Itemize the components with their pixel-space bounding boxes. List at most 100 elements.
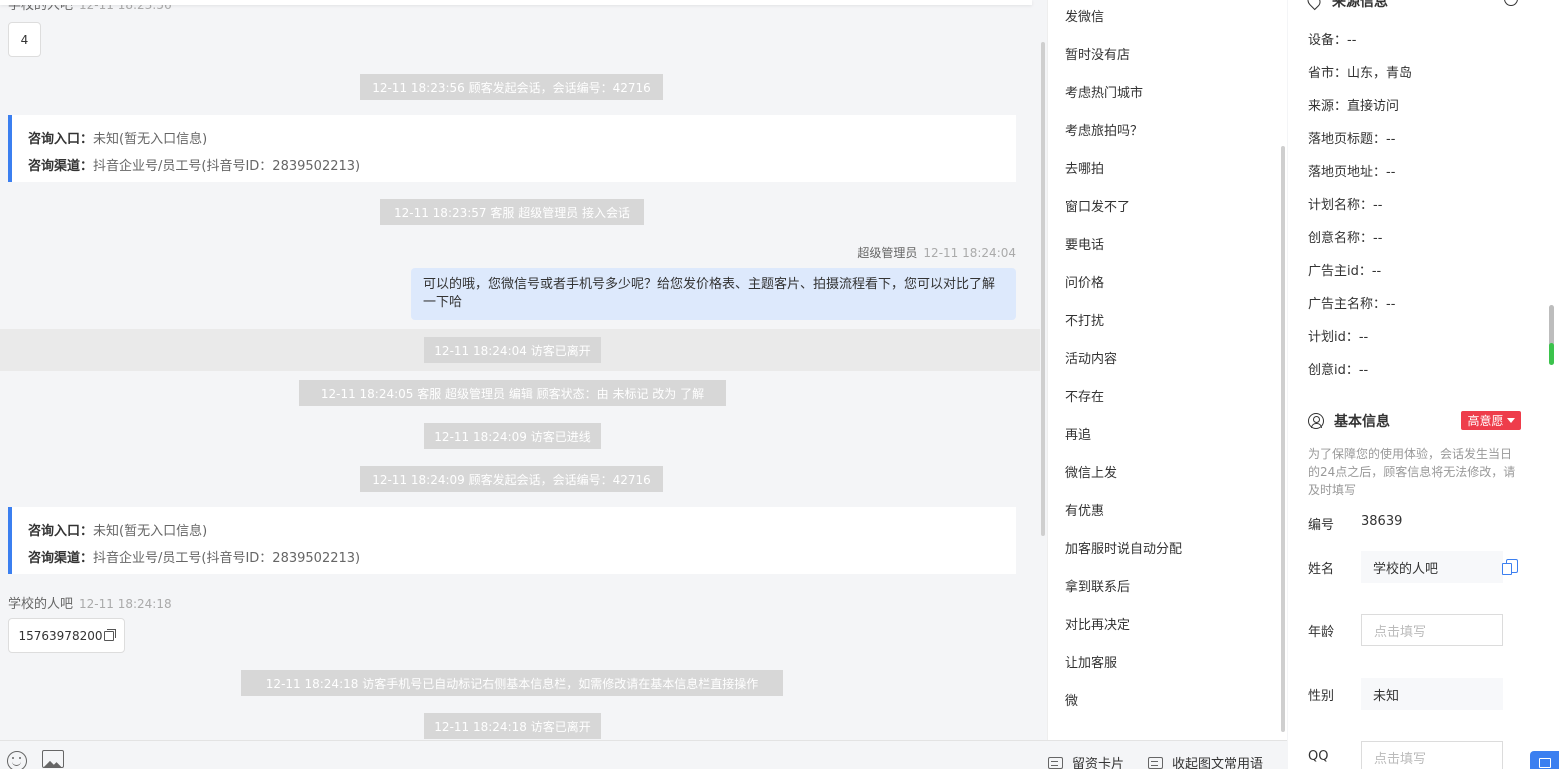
- phrase-item[interactable]: 对比再决定: [1065, 614, 1130, 633]
- phrase-item[interactable]: 有优惠: [1065, 500, 1104, 519]
- phrase-item[interactable]: 暂时没有店: [1065, 44, 1130, 63]
- source-row: 广告主名称：--: [1308, 297, 1396, 312]
- collapse-phrases-button[interactable]: 收起图文常用语: [1148, 753, 1263, 769]
- visitor-message: 4: [8, 22, 41, 57]
- phrases-scrollbar[interactable]: [1281, 146, 1285, 732]
- entry-label: 咨询入口：: [28, 132, 94, 147]
- system-message: 12-11 18:24:18 访客已离开: [424, 713, 601, 739]
- lead-card-button[interactable]: 留资卡片: [1048, 753, 1124, 769]
- gender-label: 性别: [1308, 689, 1335, 704]
- agent-name: 超级管理员: [857, 246, 918, 260]
- emoji-icon[interactable]: [7, 751, 27, 769]
- image-icon[interactable]: [42, 750, 64, 768]
- phrase-item[interactable]: 去哪拍: [1065, 158, 1104, 177]
- input-toolbar: 留资卡片 收起图文常用语: [0, 740, 1287, 769]
- intent-label: 高意愿: [1467, 414, 1504, 428]
- collapse-phrases-label: 收起图文常用语: [1172, 757, 1264, 769]
- entry-label: 咨询入口：: [28, 524, 94, 539]
- visitor-name: 学校的人吧: [8, 597, 74, 612]
- qq-placeholder: 点击填写: [1374, 751, 1427, 767]
- id-value: 38639: [1361, 514, 1403, 529]
- system-message: 12-11 18:24:09 顾客发起会话，会话编号：42716: [360, 466, 663, 492]
- customer-info-panel: 来源信息 设备：-- 省市：山东，青岛 来源：直接访问 落地页标题：-- 落地页…: [1288, 0, 1545, 769]
- basic-info-title: 基本信息: [1308, 411, 1390, 431]
- phrase-item[interactable]: 考虑热门城市: [1065, 82, 1143, 101]
- caret-down-icon: [1506, 418, 1515, 423]
- qq-input[interactable]: 点击填写: [1361, 741, 1503, 769]
- chat-area[interactable]: 学校的人吧 12-11 18:23:56 4 12-11 18:23:56 顾客发…: [0, 0, 1047, 740]
- channel-label: 咨询渠道：: [28, 551, 94, 566]
- name-field[interactable]: 学校的人吧: [1361, 551, 1503, 583]
- card-icon: [1048, 756, 1063, 769]
- consult-info-card: 咨询入口：未知(暂无入口信息) 咨询渠道：抖音企业号/员工号(抖音号ID：283…: [8, 115, 1016, 182]
- name-value: 学校的人吧: [1373, 561, 1439, 577]
- phrase-item[interactable]: 拿到联系后: [1065, 576, 1130, 595]
- source-info-title: 来源信息: [1304, 0, 1388, 11]
- agent-message: 可以的哦，您微信号或者手机号多少呢？给您发价格表、主题客片、拍摄流程看下，您可以…: [411, 268, 1016, 320]
- phrase-item[interactable]: 不打扰: [1065, 310, 1104, 329]
- copy-icon[interactable]: [1502, 559, 1518, 575]
- message-time: 12-11 18:24:18: [79, 597, 172, 611]
- phrase-item[interactable]: 不存在: [1065, 386, 1104, 405]
- system-message: 12-11 18:24:05 客服 超级管理员 编辑 顾客状态：由 未标记 改为…: [299, 380, 726, 406]
- visitor-header-2: 学校的人吧 12-11 18:24:18: [8, 593, 172, 612]
- phrase-item[interactable]: 活动内容: [1065, 348, 1117, 367]
- source-row: 来源：直接访问: [1308, 99, 1400, 114]
- system-message: 12-11 18:24:09 访客已进线: [424, 423, 601, 449]
- edit-hint: 为了保障您的使用体验，会话发生当日的24点之后，顾客信息将无法修改，请及时填写: [1308, 447, 1516, 497]
- system-message: 12-11 18:24:18 访客手机号已自动标记右侧基本信息栏，如需修改请在基…: [241, 670, 783, 696]
- quick-phrases-panel: 发微信 暂时没有店 考虑热门城市 考虑旅拍吗？ 去哪拍 窗口发不了 要电话 问价…: [1047, 0, 1287, 740]
- source-row: 设备：--: [1308, 33, 1357, 48]
- source-row: 落地页标题：--: [1308, 132, 1396, 147]
- intent-badge[interactable]: 高意愿: [1461, 411, 1521, 430]
- phone-number: 15763978200: [18, 628, 103, 643]
- gender-field[interactable]: 未知: [1361, 678, 1503, 710]
- user-icon: [1308, 413, 1324, 429]
- copy-icon[interactable]: [104, 628, 117, 641]
- lead-card-label: 留资卡片: [1072, 757, 1125, 769]
- chat-scrollbar[interactable]: [1041, 42, 1045, 536]
- channel-value: 抖音企业号/员工号(抖音号ID：2839502213): [93, 159, 361, 174]
- channel-value: 抖音企业号/员工号(抖音号ID：2839502213): [93, 551, 361, 566]
- chat-top-shadow: [0, 0, 1032, 5]
- entry-value: 未知(暂无入口信息): [93, 132, 208, 147]
- floating-action-button[interactable]: [1530, 751, 1559, 769]
- phrase-item[interactable]: 加客服时说自动分配: [1065, 538, 1182, 557]
- consult-info-card: 咨询入口：未知(暂无入口信息) 咨询渠道：抖音企业号/员工号(抖音号ID：283…: [8, 507, 1016, 574]
- scrollbar-indicator: [1549, 343, 1554, 365]
- phrase-item[interactable]: 让加客服: [1065, 652, 1117, 671]
- phrase-item[interactable]: 窗口发不了: [1065, 196, 1130, 215]
- basic-title-label: 基本信息: [1334, 414, 1390, 430]
- location-pin-icon: [1304, 0, 1324, 11]
- phrase-item[interactable]: 微信上发: [1065, 462, 1117, 481]
- phrase-item[interactable]: 要电话: [1065, 234, 1104, 253]
- system-message: 12-11 18:23:57 客服 超级管理员 接入会话: [380, 199, 644, 225]
- gender-value: 未知: [1373, 688, 1400, 704]
- phrase-item[interactable]: 问价格: [1065, 272, 1104, 291]
- system-message: 12-11 18:24:04 访客已离开: [424, 337, 601, 363]
- message-time: 12-11 18:24:04: [923, 246, 1016, 260]
- source-row: 计划名称：--: [1308, 198, 1383, 213]
- entry-value: 未知(暂无入口信息): [93, 524, 208, 539]
- qq-label: QQ: [1308, 749, 1329, 764]
- edit-icon[interactable]: [1504, 0, 1518, 6]
- id-label: 编号: [1308, 518, 1335, 533]
- source-row: 创意名称：--: [1308, 231, 1383, 246]
- source-row: 创意id：--: [1308, 363, 1369, 378]
- agent-header: 超级管理员 12-11 18:24:04: [857, 244, 1016, 261]
- age-input[interactable]: 点击填写: [1361, 614, 1503, 646]
- phrase-item[interactable]: 发微信: [1065, 6, 1104, 25]
- card-icon: [1148, 756, 1163, 769]
- source-row: 落地页地址：--: [1308, 165, 1396, 180]
- phrase-item[interactable]: 考虑旅拍吗？: [1065, 120, 1143, 139]
- source-title-label: 来源信息: [1332, 0, 1388, 10]
- channel-label: 咨询渠道：: [28, 159, 94, 174]
- name-label: 姓名: [1308, 562, 1335, 577]
- source-row: 广告主id：--: [1308, 264, 1382, 279]
- phrase-item[interactable]: 再追: [1065, 424, 1091, 443]
- panel-scrollbar[interactable]: [1545, 0, 1559, 769]
- system-message: 12-11 18:23:56 顾客发起会话，会话编号：42716: [360, 74, 663, 100]
- age-label: 年龄: [1308, 625, 1335, 640]
- phrase-item[interactable]: 微: [1065, 690, 1078, 709]
- visitor-phone-message: 15763978200: [8, 618, 125, 653]
